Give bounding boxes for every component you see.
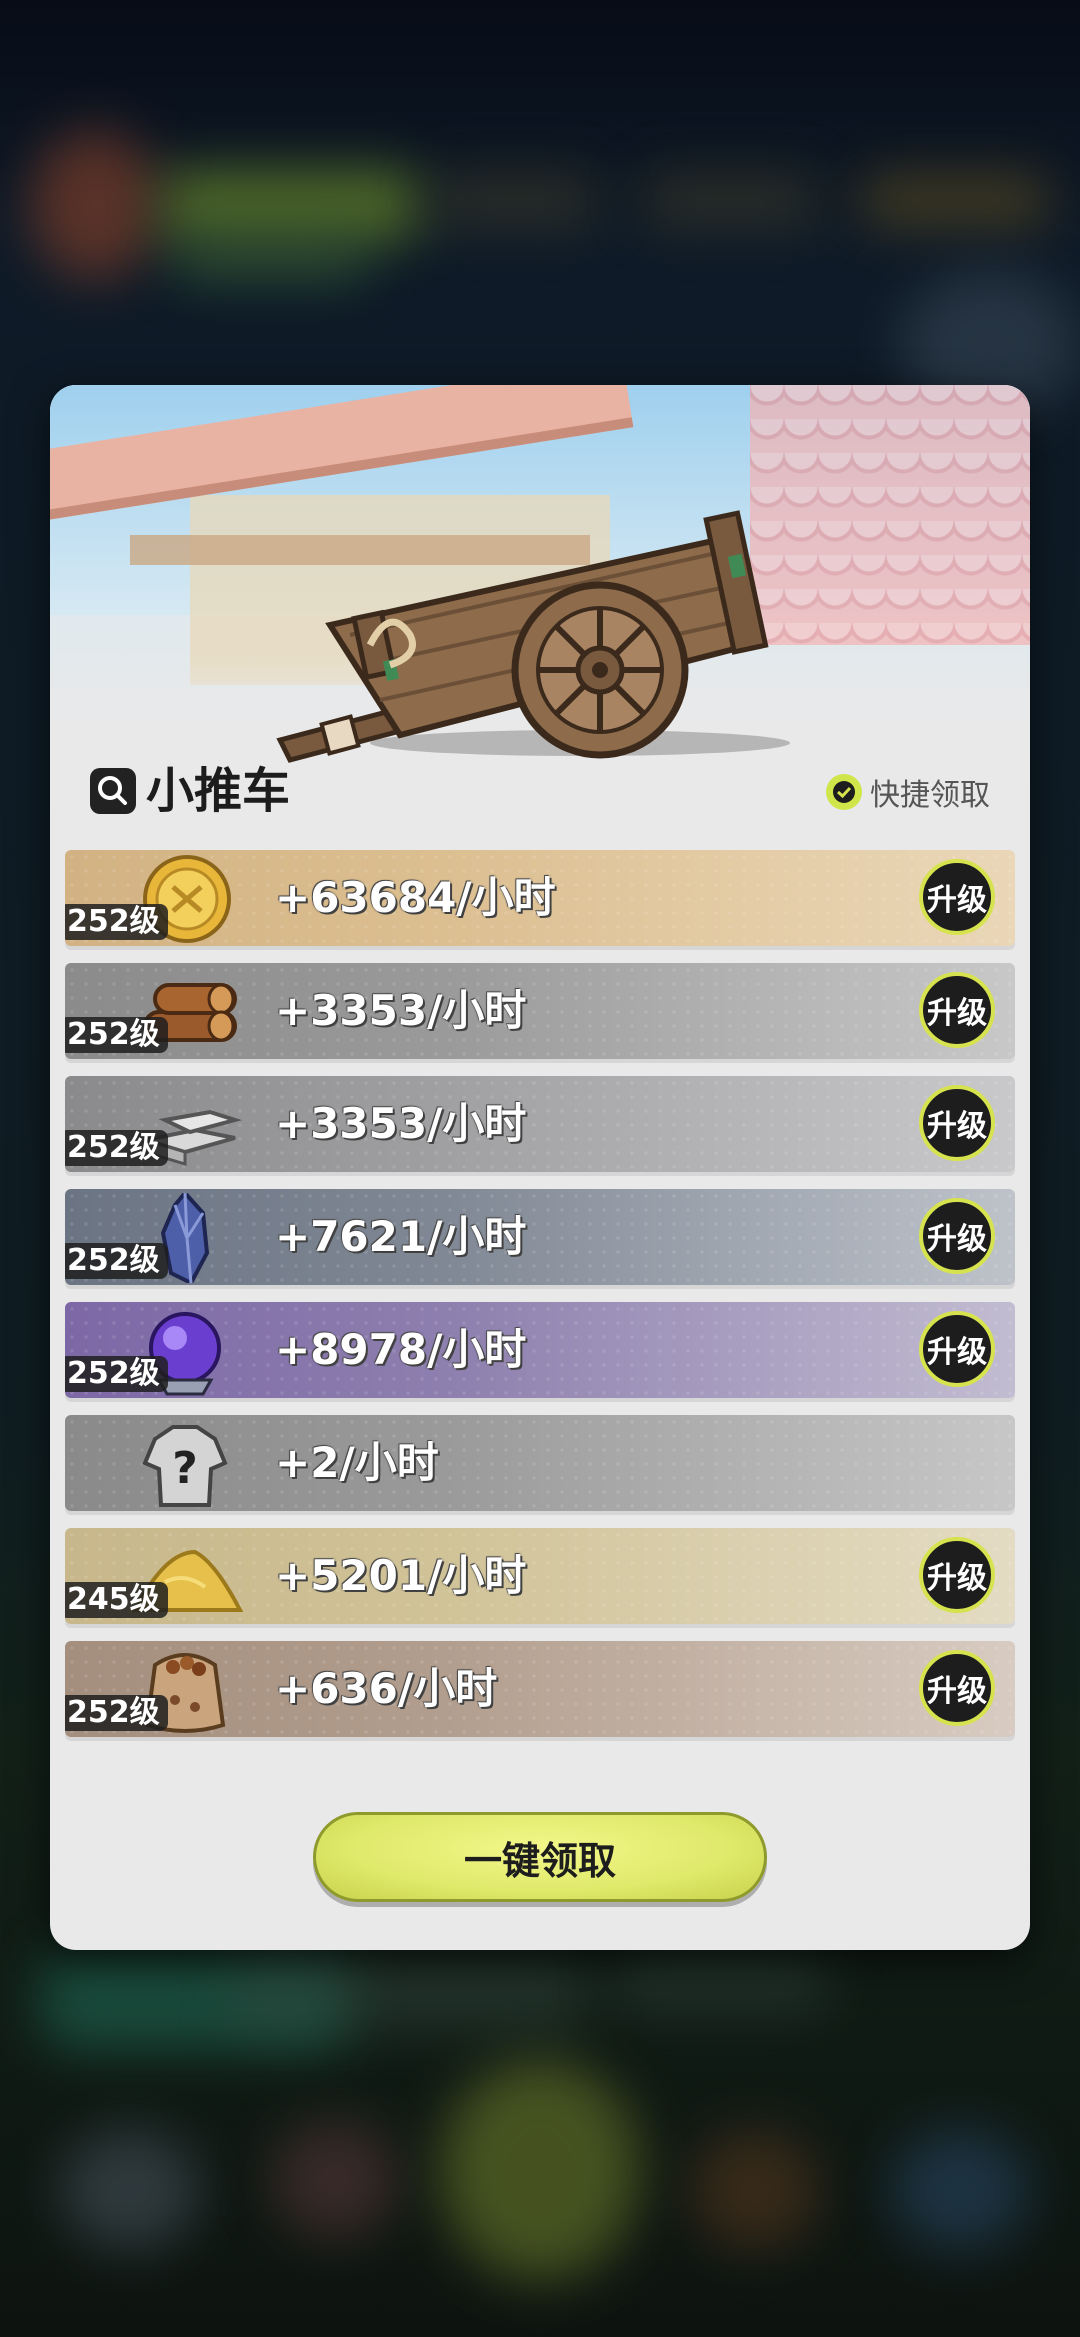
bottom-panel-blur-3 bbox=[610, 1950, 830, 2010]
claim-all-button[interactable]: 一键领取 bbox=[313, 1812, 767, 1902]
wooden-cart-icon bbox=[276, 510, 769, 763]
level-badge: 252级 bbox=[65, 1243, 168, 1279]
upgrade-button[interactable]: 升级 bbox=[919, 1537, 995, 1613]
rate-text: +636/小时 bbox=[275, 1664, 498, 1713]
upgrade-button[interactable]: 升级 bbox=[919, 1085, 995, 1161]
currency-blur-1 bbox=[430, 175, 600, 225]
currency-blur-3 bbox=[860, 175, 1050, 225]
player-name-blur bbox=[160, 170, 420, 240]
level-badge: 252级 bbox=[65, 1017, 168, 1053]
level-badge: 252级 bbox=[65, 1130, 168, 1166]
currency-blur-2 bbox=[640, 175, 820, 225]
level-badge: 252级 bbox=[65, 1356, 168, 1392]
player-subtitle-blur bbox=[170, 240, 370, 280]
quick-claim-label: 快捷领取 bbox=[870, 778, 990, 813]
cart-banner bbox=[50, 385, 1030, 765]
level-badge: 252级 bbox=[65, 904, 168, 940]
upgrade-button[interactable]: 升级 bbox=[919, 972, 995, 1048]
level-badge: 245级 bbox=[65, 1582, 168, 1618]
bottom-panel-blur-2 bbox=[230, 1950, 590, 2030]
rate-text: +8978/小时 bbox=[275, 1325, 527, 1374]
search-icon[interactable] bbox=[90, 768, 136, 814]
nav-blur-5 bbox=[890, 2130, 1030, 2250]
page-title: 小推车 bbox=[146, 763, 291, 819]
resource-row-crystal: 252级 +7621/小时 升级 bbox=[65, 1189, 1015, 1285]
quick-claim-toggle[interactable]: 快捷领取 bbox=[826, 772, 990, 813]
upgrade-button[interactable]: 升级 bbox=[919, 1650, 995, 1726]
level-badge: 252级 bbox=[65, 1695, 168, 1731]
modal-header: 小推车 快捷领取 bbox=[90, 760, 990, 820]
nav-blur-2 bbox=[270, 2120, 400, 2240]
resource-row-wood: 252级 +3353/小时 升级 bbox=[65, 963, 1015, 1059]
resource-row-gold: 252级 +63684/小时 升级 bbox=[65, 850, 1015, 946]
rate-text: +3353/小时 bbox=[275, 986, 527, 1035]
resource-row-iron: 252级 +3353/小时 升级 bbox=[65, 1076, 1015, 1172]
check-icon bbox=[826, 774, 862, 810]
svg-text:?: ? bbox=[172, 1443, 198, 1494]
rate-text: +5201/小时 bbox=[275, 1551, 527, 1600]
resource-row-seed-bag: 252级 +636/小时 升级 bbox=[65, 1641, 1015, 1737]
player-avatar-blur bbox=[30, 130, 160, 280]
rate-text: +7621/小时 bbox=[275, 1212, 527, 1261]
cart-modal: 小推车 快捷领取 252级 +63684/小时 升级 252级 +3353/小时… bbox=[50, 385, 1030, 1950]
upgrade-button[interactable]: 升级 bbox=[919, 1198, 995, 1274]
resource-row-sand: 245级 +5201/小时 升级 bbox=[65, 1528, 1015, 1624]
upgrade-button[interactable]: 升级 bbox=[919, 859, 995, 935]
nav-blur-3 bbox=[440, 2060, 640, 2280]
nav-blur-4 bbox=[690, 2130, 820, 2250]
rate-text: +2/小时 bbox=[275, 1438, 439, 1487]
nav-blur-1 bbox=[60, 2130, 200, 2250]
rate-text: +3353/小时 bbox=[275, 1099, 527, 1148]
rate-text: +63684/小时 bbox=[275, 873, 556, 922]
upgrade-button[interactable]: 升级 bbox=[919, 1311, 995, 1387]
resource-row-purple-orb: 252级 +8978/小时 升级 bbox=[65, 1302, 1015, 1398]
resource-row-mystery: ? +2/小时 bbox=[65, 1415, 1015, 1511]
mystery-armor-icon: ? bbox=[142, 1425, 228, 1507]
